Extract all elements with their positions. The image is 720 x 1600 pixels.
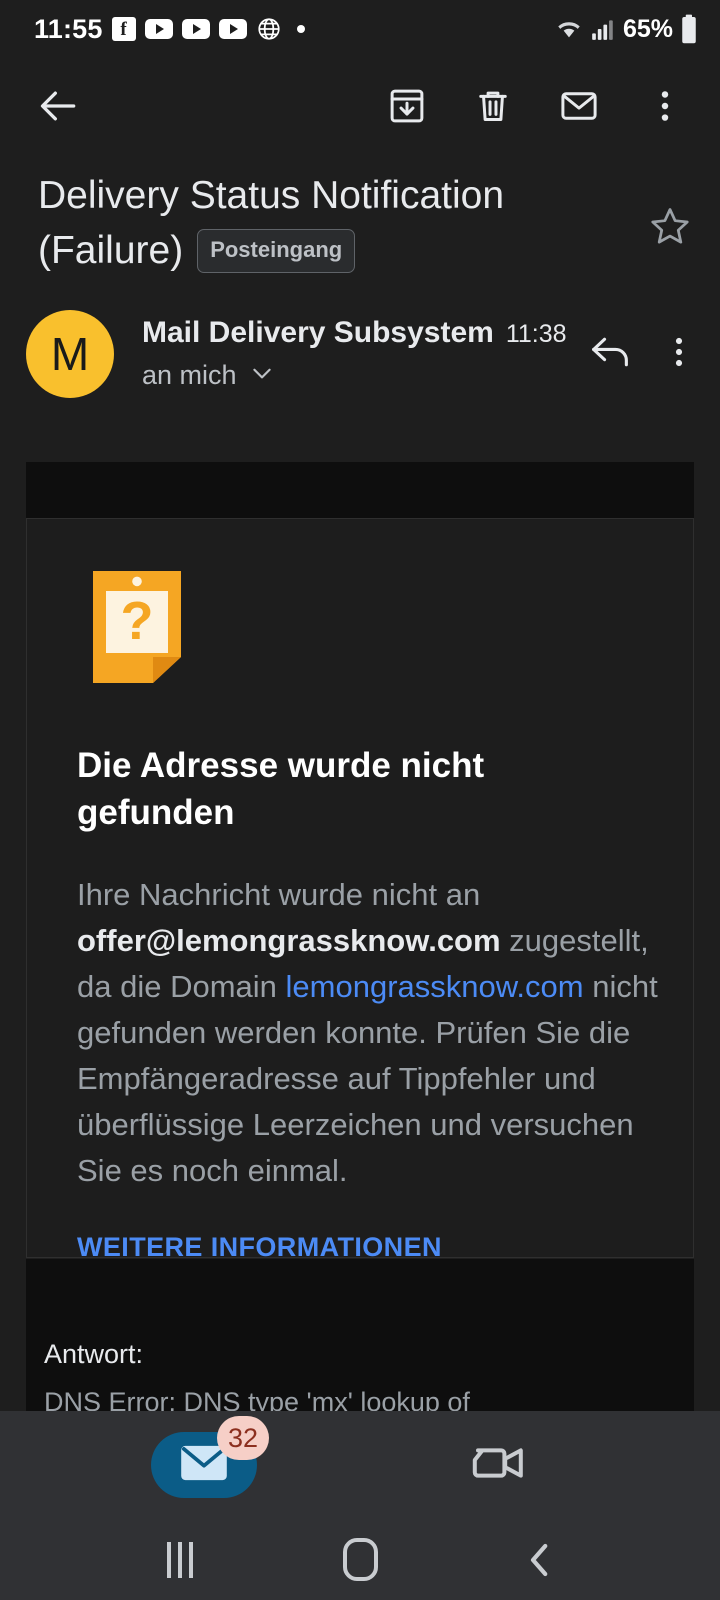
reply-button[interactable] — [588, 332, 632, 377]
home-icon[interactable] — [320, 1530, 400, 1590]
email-time: 11:38 — [505, 320, 567, 348]
more-options-button[interactable] — [634, 75, 696, 137]
youtube-icon — [144, 19, 173, 39]
video-camera-icon — [472, 1442, 528, 1489]
reply-label: Antwort: — [44, 1339, 144, 1369]
back-button[interactable] — [28, 75, 90, 137]
recents-icon[interactable] — [140, 1530, 220, 1590]
delete-button[interactable] — [462, 75, 524, 137]
sender-actions — [588, 310, 696, 377]
phone-screen: 11:55 f 65% Delivery Status Notification… — [0, 0, 720, 1600]
youtube-icon — [218, 19, 247, 39]
label-chip-posteingang[interactable]: Posteingang — [197, 229, 356, 273]
nav-item-meet[interactable] — [447, 1432, 553, 1498]
star-button[interactable] — [648, 168, 692, 253]
status-bar: 11:55 f 65% — [0, 0, 720, 58]
recipient-row[interactable]: an mich — [142, 360, 567, 391]
message-body-top-strip — [26, 462, 694, 518]
status-bar-left: 11:55 f — [34, 14, 305, 45]
question-note-icon: ? — [89, 569, 693, 690]
notice-body: Ihre Nachricht wurde nicht an offer@lemo… — [77, 872, 663, 1194]
globe-icon — [256, 16, 282, 42]
youtube-icon — [181, 19, 210, 39]
more-information-link[interactable]: WEITERE INFORMATIONEN — [77, 1232, 442, 1257]
reply-raw-text: DNS Error: DNS type 'mx' lookup of — [44, 1387, 470, 1411]
system-navigation-bar — [0, 1519, 720, 1600]
archive-button[interactable] — [376, 75, 438, 137]
recipient-label: an mich — [142, 360, 237, 390]
signal-icon — [590, 17, 616, 41]
sender-name-row: Mail Delivery Subsystem 11:38 — [142, 316, 567, 350]
mark-unread-button[interactable] — [548, 75, 610, 137]
svg-text:?: ? — [121, 591, 154, 651]
email-toolbar — [0, 58, 720, 154]
sender-row: M Mail Delivery Subsystem 11:38 an mich — [0, 300, 720, 410]
notice-heading: Die Adresse wurde nicht gefunden — [77, 746, 485, 832]
subject-area: Delivery Status Notification (Failure) Po… — [0, 156, 720, 278]
domain-link[interactable]: lemongrassknow.com — [286, 969, 584, 1004]
wifi-icon — [555, 17, 583, 41]
battery-percent: 65% — [622, 14, 673, 43]
mail-unread-badge: 32 — [217, 1416, 269, 1460]
sender-details: Mail Delivery Subsystem 11:38 an mich — [142, 310, 567, 391]
status-bar-right: 65% — [555, 14, 698, 44]
bounce-notice-card: ? Die Adresse wurde nicht gefunden Ihre … — [26, 518, 694, 1258]
page-title: Delivery Status Notification (Failure) Po… — [38, 168, 598, 278]
sender-name: Mail Delivery Subsystem — [142, 316, 494, 349]
nav-item-mail[interactable]: 32 — [151, 1416, 269, 1498]
status-time: 11:55 — [34, 13, 103, 44]
reply-raw-section: Antwort: DNS Error: DNS type 'mx' lookup… — [26, 1259, 694, 1411]
notice-body-part1: Ihre Nachricht wurde nicht an — [77, 877, 481, 912]
avatar[interactable]: M — [26, 310, 114, 398]
back-chevron-icon[interactable] — [500, 1530, 580, 1590]
bottom-navigation-bar: 32 — [0, 1411, 720, 1519]
battery-icon — [680, 14, 698, 44]
toolbar-actions — [376, 75, 696, 137]
dot-icon — [296, 25, 305, 33]
bounced-address: offer@lemongrassknow.com — [77, 923, 501, 958]
facebook-icon: f — [111, 17, 136, 41]
chevron-down-icon — [249, 360, 275, 391]
message-more-button[interactable] — [662, 332, 696, 377]
